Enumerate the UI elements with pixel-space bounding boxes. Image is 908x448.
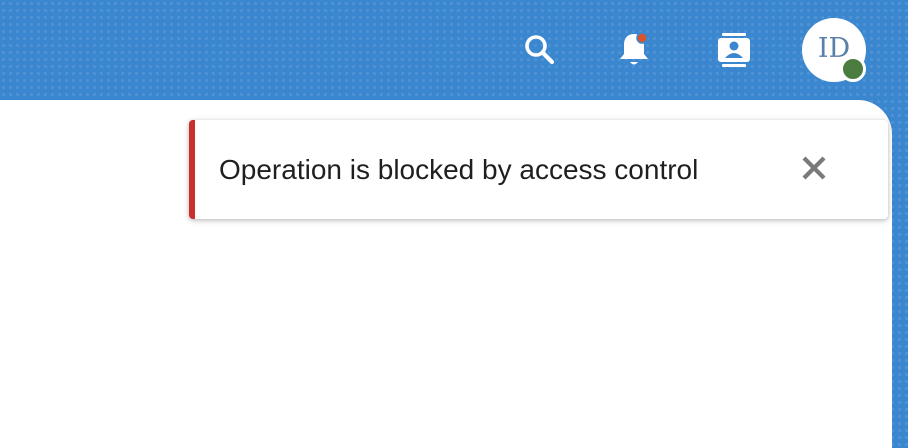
contacts-button[interactable] xyxy=(710,26,758,74)
toast-close-button[interactable] xyxy=(796,152,832,188)
error-toast: Operation is blocked by access control xyxy=(189,120,888,219)
notifications-button[interactable] xyxy=(610,26,658,74)
close-icon xyxy=(801,155,827,186)
notification-dot xyxy=(636,32,648,44)
search-icon xyxy=(523,33,557,67)
toast-severity-bar xyxy=(189,120,195,219)
search-button[interactable] xyxy=(516,26,564,74)
presence-status-dot xyxy=(840,56,866,82)
user-avatar[interactable]: ID xyxy=(802,18,866,82)
contact-card-icon xyxy=(716,30,752,70)
bell-icon xyxy=(616,30,652,70)
toast-message: Operation is blocked by access control xyxy=(219,154,699,185)
